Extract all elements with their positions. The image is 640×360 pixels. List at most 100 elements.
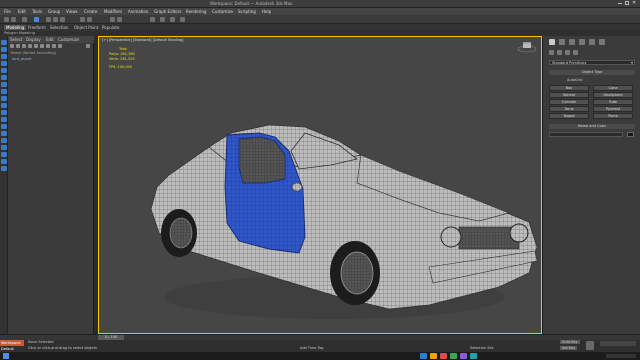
button-plane[interactable]: Plane xyxy=(593,113,633,119)
menu-group[interactable]: Group xyxy=(48,9,60,14)
maximize-icon[interactable] xyxy=(625,1,629,5)
button-teapot[interactable]: Teapot xyxy=(549,113,589,119)
scale-icon[interactable] xyxy=(60,17,65,22)
explorer-tab-select[interactable]: Select xyxy=(10,37,22,42)
button-sphere[interactable]: Sphere xyxy=(549,92,589,98)
filter-bones-icon[interactable] xyxy=(58,44,62,48)
geometry-icon[interactable] xyxy=(549,50,554,55)
tool-icon[interactable] xyxy=(1,138,7,143)
shapes-icon[interactable] xyxy=(557,50,562,55)
menu-customize[interactable]: Customize xyxy=(212,9,233,14)
select-icon[interactable] xyxy=(34,17,39,22)
button-cone[interactable]: Cone xyxy=(593,85,633,91)
set-key-button[interactable]: Set Key xyxy=(560,346,578,350)
add-time-tag[interactable]: Add Time Tag xyxy=(300,346,324,350)
filter-helpers-icon[interactable] xyxy=(34,44,38,48)
filter-geometry-icon[interactable] xyxy=(10,44,14,48)
tool-icon[interactable] xyxy=(1,131,7,136)
perspective-viewport[interactable]: [+] [Perspective] [Standard] [Default Sh… xyxy=(98,36,542,334)
align-icon[interactable] xyxy=(117,17,122,22)
primitive-type-dropdown[interactable]: Standard Primitives ▾ xyxy=(549,60,635,65)
display-tab-icon[interactable] xyxy=(589,39,595,45)
tool-icon[interactable] xyxy=(1,96,7,101)
menu-help[interactable]: Help xyxy=(262,9,271,14)
tool-icon[interactable] xyxy=(1,124,7,129)
rotate-icon[interactable] xyxy=(53,17,58,22)
taskbar-app-icon[interactable] xyxy=(470,353,477,359)
tool-icon[interactable] xyxy=(1,82,7,87)
taskbar-app-icon[interactable] xyxy=(460,353,467,359)
taskbar-app-icon[interactable] xyxy=(450,353,457,359)
create-tab-icon[interactable] xyxy=(549,39,555,45)
explorer-options-icon[interactable] xyxy=(86,44,90,48)
tab-populate[interactable]: Populate xyxy=(102,25,119,30)
tool-icon[interactable] xyxy=(1,110,7,115)
explorer-tab-display[interactable]: Display xyxy=(26,37,41,42)
explorer-row[interactable]: ford_escort xyxy=(12,57,32,61)
explorer-column-header[interactable]: Name (Sorted Ascending) xyxy=(11,51,56,55)
menu-rendering[interactable]: Rendering xyxy=(186,9,206,14)
tab-freeform[interactable]: Freeform xyxy=(28,25,46,30)
object-color-swatch[interactable] xyxy=(627,132,634,137)
tool-icon[interactable] xyxy=(1,68,7,73)
button-torus[interactable]: Torus xyxy=(549,106,589,112)
car-wireframe-model[interactable] xyxy=(99,37,542,334)
tool-icon[interactable] xyxy=(1,145,7,150)
minimize-icon[interactable] xyxy=(618,3,622,4)
motion-tab-icon[interactable] xyxy=(579,39,585,45)
button-tube[interactable]: Tube xyxy=(593,99,633,105)
tool-icon[interactable] xyxy=(1,75,7,80)
menu-modifiers[interactable]: Modifiers xyxy=(104,9,122,14)
menu-tools[interactable]: Tools xyxy=(32,9,42,14)
menu-create[interactable]: Create xyxy=(84,9,97,14)
key-icon[interactable] xyxy=(586,341,594,350)
filter-lights-icon[interactable] xyxy=(22,44,26,48)
menu-views[interactable]: Views xyxy=(66,9,78,14)
snap-angle-icon[interactable] xyxy=(87,17,92,22)
lights-icon[interactable] xyxy=(565,50,570,55)
tab-modeling[interactable]: Modeling xyxy=(4,25,27,30)
rollout-object-type[interactable]: Object Type xyxy=(549,70,635,75)
tool-icon[interactable] xyxy=(1,47,7,52)
window-controls[interactable]: ✕ xyxy=(618,0,638,6)
mirror-icon[interactable] xyxy=(110,17,115,22)
auto-key-button[interactable]: Auto Key xyxy=(560,340,580,344)
menu-scripting[interactable]: Scripting xyxy=(238,9,256,14)
hierarchy-tab-icon[interactable] xyxy=(569,39,575,45)
filter-spacewarps-icon[interactable] xyxy=(40,44,44,48)
button-box[interactable]: Box xyxy=(549,85,589,91)
playback-controls[interactable] xyxy=(600,341,636,346)
utilities-tab-icon[interactable] xyxy=(599,39,605,45)
redo-icon[interactable] xyxy=(11,17,16,22)
teapot-icon[interactable] xyxy=(180,17,185,22)
menu-graph-editors[interactable]: Graph Editors xyxy=(154,9,181,14)
autogrid-checkbox[interactable]: AutoGrid xyxy=(567,78,582,82)
tool-icon[interactable] xyxy=(1,40,7,45)
move-icon[interactable] xyxy=(46,17,51,22)
start-icon[interactable] xyxy=(3,353,9,359)
object-name-field[interactable] xyxy=(549,132,623,137)
render-icon[interactable] xyxy=(170,17,175,22)
button-cylinder[interactable]: Cylinder xyxy=(549,99,589,105)
close-icon[interactable]: ✕ xyxy=(632,0,636,6)
maxscript-listener[interactable]: Workspace: Default xyxy=(0,340,24,351)
cameras-icon[interactable] xyxy=(573,50,578,55)
menu-animation[interactable]: Animation xyxy=(128,9,148,14)
undo-icon[interactable] xyxy=(4,17,9,22)
taskbar-app-icon[interactable] xyxy=(440,353,447,359)
tab-object-paint[interactable]: Object Paint xyxy=(74,25,98,30)
snap-icon[interactable] xyxy=(80,17,85,22)
filter-shapes-icon[interactable] xyxy=(16,44,20,48)
filter-cameras-icon[interactable] xyxy=(28,44,32,48)
explorer-tab-customize[interactable]: Customize xyxy=(58,37,79,42)
tool-icon[interactable] xyxy=(1,117,7,122)
filter-xrefs-icon[interactable] xyxy=(52,44,56,48)
taskbar-app-icon[interactable] xyxy=(430,353,437,359)
modify-tab-icon[interactable] xyxy=(559,39,565,45)
taskbar-app-icon[interactable] xyxy=(420,353,427,359)
explorer-tab-edit[interactable]: Edit xyxy=(46,37,54,42)
tool-icon[interactable] xyxy=(1,89,7,94)
button-geosphere[interactable]: GeoSphere xyxy=(593,92,633,98)
link-icon[interactable] xyxy=(22,17,27,22)
render-setup-icon[interactable] xyxy=(160,17,165,22)
